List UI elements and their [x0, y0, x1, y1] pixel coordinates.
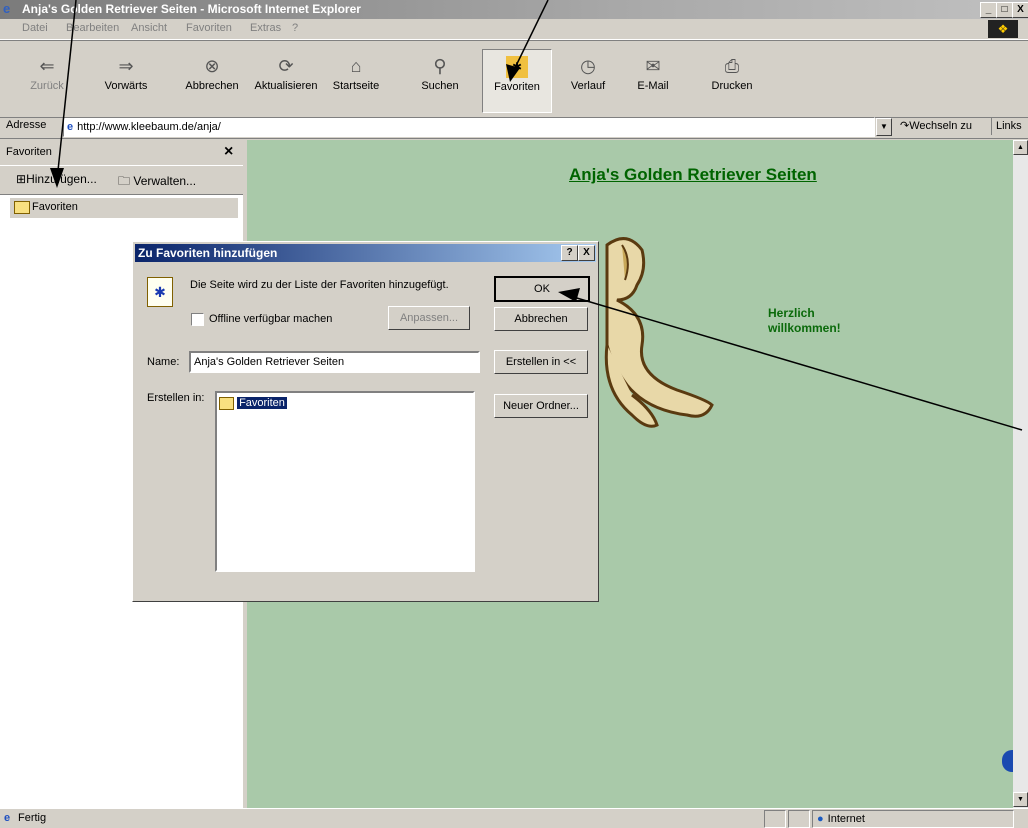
scroll-up-icon[interactable]: ▲	[1013, 140, 1028, 155]
menu-ansicht[interactable]: Ansicht	[131, 22, 167, 34]
menu-bar: Datei Bearbeiten Ansicht Favoriten Extra…	[0, 19, 1028, 40]
sidebar-close-button[interactable]: ×	[224, 143, 233, 161]
add-favorite-dialog: Zu Favoriten hinzufügen ? X ✱ Die Seite …	[132, 241, 599, 602]
home-icon: ⌂	[350, 56, 362, 76]
tree-item-label: Favoriten	[237, 397, 287, 410]
menu-datei[interactable]: Datei	[22, 22, 48, 34]
welcome-text: Herzlich willkommen!	[768, 306, 841, 335]
forward-button[interactable]: ⇒ Vorwärts	[94, 55, 158, 92]
refresh-icon: ⟳	[278, 56, 294, 76]
name-label: Name:	[147, 356, 180, 368]
customize-button[interactable]: Anpassen...	[388, 306, 470, 330]
minimize-button[interactable]: _	[980, 2, 997, 18]
mail-icon: ✉	[645, 56, 661, 76]
cancel-button[interactable]: Abbrechen	[494, 307, 588, 331]
sidebar-title: Favoriten	[6, 146, 52, 158]
ie-logo-icon: e	[3, 1, 11, 16]
windows-logo-icon: ❖	[988, 20, 1018, 38]
favorite-folder-icon: ✱	[147, 277, 173, 307]
close-button[interactable]: X	[1012, 2, 1028, 18]
dog-illustration	[604, 237, 714, 428]
address-dropdown-icon[interactable]: ▼	[876, 118, 892, 136]
address-bar: Adresse e http://www.kleebaum.de/anja/ ▼ …	[0, 116, 1028, 139]
folder-label: Favoriten	[32, 201, 78, 213]
dialog-title-bar: Zu Favoriten hinzufügen ? X	[135, 244, 596, 262]
offline-checkbox[interactable]	[191, 313, 204, 326]
title-bar: e Anja's Golden Retriever Seiten - Micro…	[0, 0, 1028, 19]
manage-folder-icon: 🗀	[118, 174, 131, 188]
back-arrow-icon: ⇐	[39, 56, 55, 76]
sidebar-header: Favoriten ×	[0, 140, 243, 165]
favorites-star-icon: ✱	[506, 56, 528, 78]
favorites-folder-item[interactable]: Favoriten	[10, 198, 238, 218]
tree-item-favoriten[interactable]: Favoriten	[219, 397, 287, 410]
mail-button[interactable]: ✉ E-Mail	[626, 55, 680, 92]
page-heading[interactable]: Anja's Golden Retriever Seiten	[569, 165, 817, 185]
page-scrollbar[interactable]: ▲ ▼	[1013, 140, 1028, 808]
dialog-help-button[interactable]: ?	[561, 245, 578, 261]
dialog-title: Zu Favoriten hinzufügen	[138, 246, 278, 260]
print-button[interactable]: ⎙ Drucken	[702, 55, 762, 92]
address-url: http://www.kleebaum.de/anja/	[77, 121, 221, 133]
history-icon: ◷	[580, 56, 596, 76]
folder-icon	[14, 201, 30, 214]
menu-extras[interactable]: Extras	[250, 22, 281, 34]
address-label: Adresse	[6, 119, 47, 131]
name-input[interactable]: Anja's Golden Retriever Seiten	[189, 351, 480, 373]
search-button[interactable]: ⚲ Suchen	[412, 55, 468, 92]
security-zone: ● Internet	[812, 810, 1014, 828]
add-favorite-button[interactable]: ⊞Hinzufügen...	[16, 172, 97, 186]
folder-tree[interactable]: Favoriten	[215, 391, 475, 572]
maximize-button[interactable]: □	[996, 2, 1013, 18]
menu-bearbeiten[interactable]: Bearbeiten	[66, 22, 119, 34]
refresh-button[interactable]: ⟳ Aktualisieren	[250, 55, 322, 92]
create-in-label: Erstellen in:	[147, 392, 205, 404]
status-panel	[764, 810, 786, 828]
favorites-button[interactable]: ✱ Favoriten	[482, 49, 552, 113]
add-favorite-icon: ⊞	[16, 172, 27, 186]
history-button[interactable]: ◷ Verlauf	[560, 55, 616, 92]
home-button[interactable]: ⌂ Startseite	[324, 55, 388, 92]
go-button[interactable]: ↷Wechseln zu	[900, 119, 972, 132]
forward-arrow-icon: ⇒	[118, 56, 134, 76]
dialog-close-button[interactable]: X	[578, 245, 595, 261]
status-panel	[788, 810, 810, 828]
ok-button[interactable]: OK	[494, 276, 590, 302]
status-bar: e Fertig ● Internet	[0, 808, 1028, 828]
dialog-message: Die Seite wird zu der Liste der Favorite…	[190, 279, 449, 291]
toolbar: ⇐ Zurück ⇒ Vorwärts ⊗ Abbrechen ⟳ Aktualisie…	[0, 40, 1028, 118]
globe-icon: ●	[817, 813, 824, 825]
stop-button[interactable]: ⊗ Abbrechen	[178, 55, 246, 92]
new-folder-button[interactable]: Neuer Ordner...	[494, 394, 588, 418]
offline-label: Offline verfügbar machen	[209, 313, 333, 325]
back-button[interactable]: ⇐ Zurück	[20, 55, 74, 92]
go-arrow-icon: ↷	[900, 120, 910, 132]
status-text: Fertig	[18, 812, 47, 824]
tree-folder-icon	[219, 397, 234, 410]
address-input[interactable]: e http://www.kleebaum.de/anja/	[63, 117, 875, 137]
manage-favorites-button[interactable]: 🗀 Verwalten...	[118, 172, 196, 193]
window-title: Anja's Golden Retriever Seiten - Microso…	[22, 2, 361, 16]
links-button[interactable]: Links	[991, 117, 1022, 135]
menu-favoriten[interactable]: Favoriten	[186, 22, 232, 34]
search-icon: ⚲	[433, 56, 447, 76]
printer-icon: ⎙	[724, 56, 740, 76]
stop-icon: ⊗	[204, 56, 220, 76]
scroll-down-icon[interactable]: ▼	[1013, 792, 1028, 807]
create-in-button[interactable]: Erstellen in <<	[494, 350, 588, 374]
menu-help[interactable]: ?	[292, 22, 298, 34]
sidebar-toolbar: ⊞Hinzufügen... 🗀 Verwalten...	[0, 165, 243, 195]
page-icon: e	[67, 121, 74, 133]
status-page-icon: e	[4, 812, 11, 824]
